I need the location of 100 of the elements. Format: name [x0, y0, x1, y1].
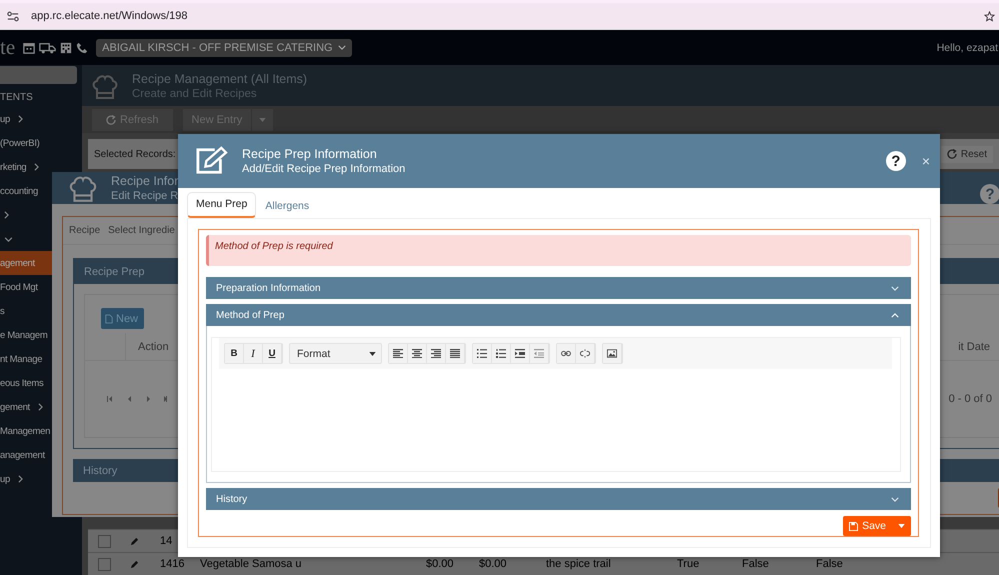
table-cell-text: False	[741, 558, 770, 570]
sidebar-item-label: agement	[0, 258, 35, 268]
indent-button[interactable]	[511, 344, 530, 363]
tab[interactable]: Recipe	[69, 225, 100, 236]
save-options-button[interactable]	[892, 516, 911, 536]
chevron-down-icon	[891, 496, 899, 502]
sidebar-item[interactable]: s	[0, 299, 52, 323]
logo-text[interactable]: te	[0, 35, 16, 60]
sidebar-item[interactable]: agement	[0, 251, 52, 275]
justify-icon	[450, 349, 460, 358]
sidebar-item-label: ccounting	[0, 186, 38, 196]
window-subtitle: Edit Recipe R	[111, 190, 178, 202]
table-cell-text: $0.00	[425, 558, 455, 570]
link-icon	[561, 349, 571, 358]
pencil-icon[interactable]	[130, 560, 139, 568]
chevron-right-icon	[18, 115, 23, 123]
sidebar-item[interactable]: up	[0, 467, 52, 491]
sidebar-item-label: s	[0, 306, 4, 316]
format-button[interactable]: U	[263, 344, 282, 363]
chevron-down-icon	[4, 236, 13, 242]
table-cell-text: 1416	[159, 558, 186, 570]
caret-icon	[259, 118, 266, 122]
site-settings-icon[interactable]	[7, 10, 19, 22]
reset-button[interactable]: Reset	[940, 146, 993, 162]
help-button[interactable]: ?	[886, 151, 906, 171]
outdent-icon	[534, 349, 544, 358]
format-dropdown[interactable]: Format	[289, 343, 382, 364]
close-button[interactable]: ×	[920, 153, 930, 169]
sidebar-item[interactable]: anagement	[0, 443, 52, 467]
numbered-list-icon	[496, 349, 506, 358]
sidebar-item-label: anagement	[0, 450, 45, 460]
tab[interactable]: Select Ingredie	[108, 225, 175, 236]
sidebar-item[interactable]: gement	[0, 395, 52, 419]
numbered-list-button[interactable]	[492, 344, 511, 363]
refresh-icon	[106, 114, 116, 124]
section-header[interactable]: History	[206, 488, 911, 510]
format-button[interactable]: I	[244, 344, 263, 363]
table-cell-text: 14	[159, 535, 174, 547]
format-button[interactable]: B	[225, 344, 244, 363]
align-button[interactable]	[427, 344, 446, 363]
sidebar-heading: TENTS	[0, 91, 34, 105]
url-text[interactable]: app.rc.elecate.net/Windows/198	[31, 10, 188, 22]
sidebar-item[interactable]: nt Manage	[0, 347, 52, 371]
row-checkbox[interactable]	[98, 534, 111, 548]
sidebar-item-label: gement	[0, 402, 30, 412]
align-button[interactable]	[408, 344, 427, 363]
window-title: Recipe Infor	[111, 174, 178, 188]
sidebar-item-label: rketing	[0, 162, 26, 172]
caret-icon	[338, 45, 346, 50]
tab[interactable]: Allergens	[256, 194, 318, 218]
section-header[interactable]: Method of Prep	[206, 304, 911, 326]
truck-icon[interactable]	[39, 42, 56, 54]
sidebar-item-label: up	[0, 474, 10, 484]
sidebar-item[interactable]: Managemen	[0, 419, 52, 443]
sidebar-item[interactable]: ccounting	[0, 179, 52, 203]
table-cell-text: True	[676, 558, 700, 570]
sidebar-item[interactable]: rketing	[0, 155, 52, 179]
sidebar-item[interactable]: eous Items	[0, 371, 52, 395]
tab[interactable]: Menu Prep	[187, 192, 256, 218]
edit-icon	[194, 146, 228, 176]
column-header[interactable]: Action	[126, 340, 169, 352]
link-button[interactable]	[557, 344, 576, 363]
sidebar-search-field[interactable]	[0, 66, 77, 84]
align-left-icon	[393, 349, 403, 358]
pager-arrows-icon[interactable]	[107, 396, 167, 402]
sidebar-item[interactable]: (PowerBI)	[0, 131, 52, 155]
greeting-text: Hello, ezapat	[936, 42, 998, 54]
table-cell-text: False	[815, 558, 844, 570]
validation-alert: Method of Prep is required	[206, 235, 911, 266]
pencil-icon[interactable]	[130, 536, 139, 546]
unlink-button[interactable]	[576, 344, 595, 363]
image-icon	[607, 349, 617, 358]
dialog-title: Recipe Prep Information	[242, 147, 378, 161]
caret-icon	[369, 352, 376, 356]
rich-text-editor[interactable]: B I U Format	[211, 337, 901, 472]
sidebar-item-label: (PowerBI)	[0, 138, 40, 148]
chevron-up-icon	[891, 312, 899, 318]
bullet-list-icon	[477, 349, 487, 358]
bullet-list-button[interactable]	[473, 344, 492, 363]
align-button[interactable]	[389, 344, 408, 363]
selected-records-label: Selected Records:	[94, 148, 176, 160]
sidebar-item[interactable]: e Managem	[0, 323, 52, 347]
chevron-down-icon	[891, 286, 899, 290]
sidebar-item[interactable]: Food Mgt	[0, 275, 52, 299]
building-icon[interactable]	[60, 42, 72, 54]
bookmark-star-icon[interactable]	[984, 10, 995, 22]
sidebar-item-label: up	[0, 114, 10, 124]
align-button[interactable]	[446, 344, 465, 363]
phone-icon[interactable]	[76, 42, 88, 54]
chevron-right-icon	[18, 475, 23, 483]
indent-icon	[515, 349, 525, 358]
row-checkbox[interactable]	[98, 558, 111, 570]
chevron-right-icon	[34, 163, 40, 171]
sidebar-item[interactable]: up	[0, 107, 52, 131]
column-header[interactable]: it Date	[958, 340, 999, 352]
company-dropdown[interactable]: ABIGAIL KIRSCH - OFF PREMISE CATERING	[96, 38, 352, 56]
sidebar-item-label: eous Items	[0, 378, 44, 388]
table-cell-text: Vegetable Samosa u	[199, 558, 303, 570]
section-header[interactable]: Preparation Information	[206, 277, 911, 299]
calendar-icon[interactable]	[23, 42, 36, 54]
